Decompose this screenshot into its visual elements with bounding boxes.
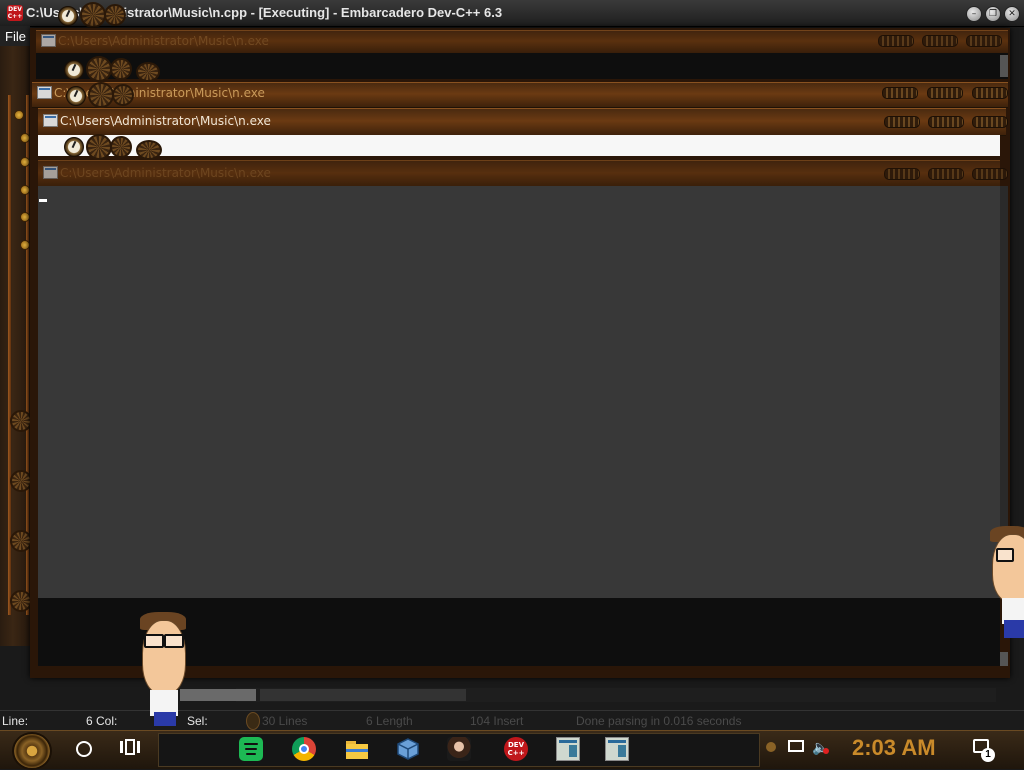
notification-count-badge: 1 [981, 748, 995, 762]
devcpp-icon[interactable]: DEV C++ [504, 737, 528, 761]
cog-decoration-icon [10, 470, 32, 492]
console-minimize-button[interactable] [878, 35, 914, 47]
user-avatar-icon[interactable] [447, 737, 471, 761]
maximize-button[interactable]: ❐ [985, 6, 1001, 22]
gauge-decoration-icon [64, 137, 84, 157]
cog-decoration-icon [86, 56, 112, 82]
cog-decoration-icon [110, 58, 132, 80]
console-close-button[interactable] [972, 168, 1008, 180]
console-white-band [38, 135, 1000, 156]
status-line-label: Line: [2, 714, 29, 728]
status-insert: 104 Insert [470, 714, 524, 728]
console-title-3: C:\Users\Administrator\Music\n.exe [60, 114, 271, 128]
mute-badge-icon [823, 748, 829, 754]
console-maximize-button[interactable] [928, 116, 964, 128]
console-title-4: C:\Users\Administrator\Music\n.exe [60, 166, 271, 180]
console-title-1: C:\Users\Administrator\Music\n.exe [58, 34, 269, 48]
console-window-icon [41, 34, 56, 47]
console-window-icon [43, 114, 58, 127]
tree-node-icon[interactable] [14, 110, 24, 120]
console-window-icon [37, 86, 52, 99]
text-cursor [39, 199, 47, 202]
status-length: 6 Length [366, 714, 413, 728]
console-window-icon[interactable] [556, 737, 580, 761]
taskbar-clock[interactable]: 2:03 AM [852, 735, 936, 761]
status-message: Done parsing in 0.016 seconds [576, 714, 742, 728]
tree-node-icon[interactable] [20, 185, 30, 195]
status-col-value: 6 [86, 714, 93, 728]
status-lines: 30 Lines [262, 714, 308, 728]
tree-node-icon[interactable] [20, 133, 30, 143]
tree-node-icon[interactable] [20, 240, 30, 250]
console-window-icon[interactable] [605, 737, 629, 761]
cog-decoration-icon [86, 134, 112, 160]
console-minimize-button[interactable] [884, 116, 920, 128]
cog-decoration-icon [110, 136, 132, 158]
file-explorer-icon[interactable] [345, 737, 369, 761]
console-maximize-button[interactable] [927, 87, 963, 99]
cog-decoration-icon [136, 62, 160, 82]
cog-decoration-icon [10, 590, 32, 612]
cartoon-character-figure [986, 526, 1024, 642]
console-titlebar-3[interactable]: C:\Users\Administrator\Music\n.exe [38, 108, 1008, 136]
console-scrollbar-thumb[interactable] [1000, 652, 1008, 666]
gauge-decoration-icon [66, 86, 86, 106]
console-titlebar-2[interactable]: C:\Users\Administrator\Music\n.exe [32, 82, 1008, 108]
cog-decoration-icon [136, 140, 162, 160]
cog-decoration-icon [112, 84, 134, 106]
spotify-icon[interactable] [239, 737, 263, 761]
cog-decoration-icon [104, 4, 126, 26]
status-col-label: Col: [96, 714, 118, 728]
console-scrollbar-thumb[interactable] [1000, 55, 1008, 77]
gear-decoration-icon [246, 712, 260, 730]
tree-node-icon[interactable] [20, 157, 30, 167]
console-strip [36, 53, 1008, 79]
cartoon-character-figure [134, 612, 194, 728]
task-view-icon[interactable] [120, 739, 140, 755]
console-titlebar-1[interactable]: C:\Users\Administrator\Music\n.exe [36, 30, 1008, 54]
start-button[interactable] [12, 732, 52, 770]
cog-decoration-icon [88, 82, 114, 108]
cog-decoration-icon [80, 2, 106, 28]
console-output-area[interactable] [38, 186, 1000, 598]
chrome-icon[interactable] [292, 737, 316, 761]
gauge-decoration-icon [64, 60, 84, 80]
console-maximize-button[interactable] [928, 168, 964, 180]
console-close-button[interactable] [966, 35, 1002, 47]
console-maximize-button[interactable] [922, 35, 958, 47]
console-window-icon [43, 166, 58, 179]
console-minimize-button[interactable] [884, 168, 920, 180]
editor-hscroll-track [260, 689, 466, 701]
console-close-button[interactable] [972, 116, 1008, 128]
cortana-search-icon[interactable] [76, 741, 92, 757]
close-button[interactable]: ✕ [1004, 6, 1020, 22]
tree-node-icon[interactable] [20, 212, 30, 222]
console-close-button[interactable] [972, 87, 1008, 99]
cog-decoration-icon [10, 410, 32, 432]
virtualbox-icon[interactable] [396, 737, 420, 761]
minimize-button[interactable]: – [966, 6, 982, 22]
console-minimize-button[interactable] [882, 87, 918, 99]
network-icon[interactable] [788, 740, 804, 752]
gauge-decoration-icon [58, 6, 78, 26]
menu-file[interactable]: File [5, 29, 26, 44]
devcpp-app-icon[interactable]: DEV C++ [7, 5, 23, 21]
cog-decoration-icon [10, 530, 32, 552]
console-titlebar-4[interactable]: C:\Users\Administrator\Music\n.exe [38, 160, 1008, 188]
tray-gear-icon[interactable] [766, 742, 776, 752]
